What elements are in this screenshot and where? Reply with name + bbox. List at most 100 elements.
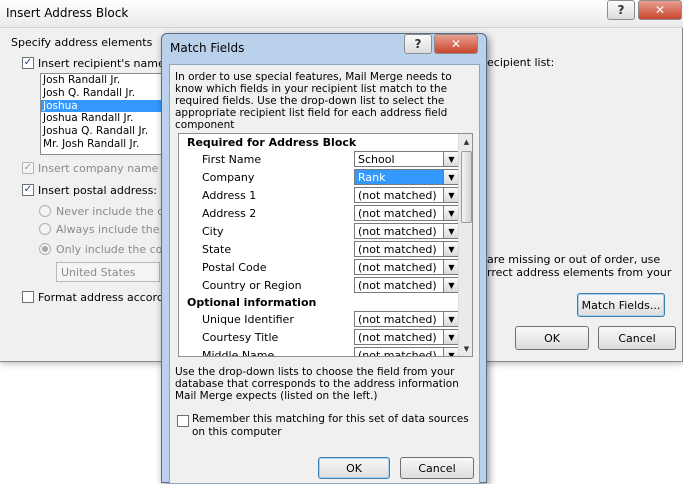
list-item[interactable]: Josh Randall Jr. <box>41 74 161 87</box>
courtesy-title-select[interactable]: (not matched) ▼ <box>354 329 460 345</box>
field-label: Company <box>202 171 255 184</box>
help-icon: ? <box>617 3 625 17</box>
city-select[interactable]: (not matched) ▼ <box>354 223 460 239</box>
chevron-down-icon[interactable]: ▼ <box>443 348 459 356</box>
checkmark-icon: ✓ <box>23 162 33 173</box>
field-label: State <box>202 243 232 256</box>
never-include-label: Never include the cou <box>56 205 177 218</box>
select-value: (not matched) <box>358 313 437 326</box>
field-mapping-table: Required for Address Block First Name Sc… <box>178 133 473 357</box>
only-include-radio[interactable] <box>39 243 51 255</box>
insert-name-label: Insert recipient's name in <box>38 57 179 70</box>
select-value: (not matched) <box>358 189 437 202</box>
list-item[interactable]: Josh Q. Randall Jr. <box>41 87 161 100</box>
help-button[interactable]: ? <box>404 34 432 54</box>
match-fields-button[interactable]: Match Fields... <box>577 293 665 317</box>
insert-postal-label: Insert postal address: <box>38 184 158 197</box>
specify-elements-legend: Specify address elements <box>11 36 153 49</box>
address2-select[interactable]: (not matched) ▼ <box>354 205 460 221</box>
title-bar: Insert Address Block ? ✕ <box>0 0 683 28</box>
field-label: Address 1 <box>202 189 257 202</box>
insert-name-checkbox[interactable]: ✓ <box>22 57 34 69</box>
select-value: (not matched) <box>358 243 437 256</box>
state-select[interactable]: (not matched) ▼ <box>354 241 460 257</box>
close-icon: ✕ <box>450 37 462 51</box>
remember-matching-checkbox[interactable] <box>177 415 189 427</box>
address1-select[interactable]: (not matched) ▼ <box>354 187 460 203</box>
field-label: Postal Code <box>202 261 267 274</box>
name-format-list[interactable]: Josh Randall Jr. Josh Q. Randall Jr. Jos… <box>40 73 162 155</box>
select-value: School <box>358 153 395 166</box>
first-name-select[interactable]: School ▼ <box>354 151 460 167</box>
chevron-down-icon[interactable]: ▼ <box>443 278 459 292</box>
cancel-button[interactable]: Cancel <box>598 326 676 350</box>
chevron-down-icon[interactable]: ▼ <box>443 224 459 238</box>
select-value: Rank <box>358 171 386 184</box>
postal-code-select[interactable]: (not matched) ▼ <box>354 259 460 275</box>
unique-identifier-select[interactable]: (not matched) ▼ <box>354 311 460 327</box>
dialog-body: In order to use special features, Mail M… <box>169 64 480 484</box>
intro-text: In order to use special features, Mail M… <box>175 71 452 131</box>
list-item-selected[interactable]: Joshua <box>41 99 161 113</box>
close-button[interactable]: ✕ <box>434 34 478 54</box>
required-section-header: Required for Address Block <box>187 136 357 149</box>
list-item[interactable]: Joshua Q. Randall Jr. <box>41 125 161 138</box>
recipient-list-label: ecipient list: <box>487 56 555 69</box>
chevron-down-icon[interactable]: ▼ <box>443 260 459 274</box>
ok-button[interactable]: OK <box>318 457 390 479</box>
select-value: (not matched) <box>358 331 437 344</box>
field-label: Country or Region <box>202 279 302 292</box>
country-region-select[interactable]: (not matched) ▼ <box>354 277 460 293</box>
always-include-radio[interactable] <box>39 223 51 235</box>
select-value: (not matched) <box>358 261 437 274</box>
help-icon: ? <box>414 37 422 51</box>
match-fields-dialog: Match Fields ? ✕ In order to use special… <box>161 33 487 484</box>
missing-text-line1: are missing or out of order, use <box>487 253 661 266</box>
company-select[interactable]: Rank ▼ <box>354 169 460 185</box>
format-address-checkbox[interactable] <box>22 291 34 303</box>
insert-company-label: Insert company name <box>38 162 159 175</box>
checkmark-icon: ✓ <box>23 184 33 195</box>
chevron-down-icon[interactable]: ▼ <box>443 170 459 184</box>
dialog-title: Match Fields <box>170 41 245 55</box>
ok-button[interactable]: OK <box>515 326 589 350</box>
always-include-label: Always include the co <box>56 223 176 236</box>
field-label: Address 2 <box>202 207 257 220</box>
scroll-up-icon[interactable]: ▲ <box>459 134 472 149</box>
select-value: (not matched) <box>358 225 437 238</box>
field-label: Middle Name <box>202 349 275 357</box>
close-icon: ✕ <box>654 3 666 17</box>
field-label: Courtesy Title <box>202 331 279 344</box>
select-value: (not matched) <box>358 349 437 357</box>
cancel-button[interactable]: Cancel <box>400 457 474 479</box>
list-item[interactable]: Mr. Josh Randall Jr. <box>41 138 161 151</box>
insert-postal-checkbox[interactable]: ✓ <box>22 184 34 196</box>
chevron-down-icon[interactable]: ▼ <box>443 312 459 326</box>
optional-section-header: Optional information <box>187 296 317 309</box>
chevron-down-icon[interactable]: ▼ <box>443 206 459 220</box>
missing-text-line2: rrect address elements from your <box>487 266 672 279</box>
middle-name-select[interactable]: (not matched) ▼ <box>354 347 460 357</box>
chevron-down-icon[interactable]: ▼ <box>443 242 459 256</box>
vertical-scrollbar[interactable]: ▲ ▼ <box>458 134 472 356</box>
hint-text: Use the drop-down lists to choose the fi… <box>175 366 459 402</box>
scrollbar-thumb[interactable] <box>461 151 472 223</box>
select-value: (not matched) <box>358 279 437 292</box>
select-value: (not matched) <box>358 207 437 220</box>
chevron-down-icon[interactable]: ▼ <box>443 330 459 344</box>
chevron-down-icon[interactable]: ▼ <box>443 188 459 202</box>
never-include-radio[interactable] <box>39 205 51 217</box>
close-button[interactable]: ✕ <box>638 0 682 20</box>
chevron-down-icon[interactable]: ▼ <box>443 152 459 166</box>
list-item[interactable]: Joshua Randall Jr. <box>41 112 161 125</box>
insert-company-checkbox[interactable]: ✓ <box>22 162 34 174</box>
format-address-label: Format address according <box>38 291 181 304</box>
field-label: Unique Identifier <box>202 313 294 326</box>
checkmark-icon: ✓ <box>23 57 33 68</box>
remember-matching-label: Remember this matching for this set of d… <box>192 413 469 438</box>
help-button[interactable]: ? <box>607 0 635 20</box>
field-label: City <box>202 225 224 238</box>
country-select[interactable]: United States <box>56 262 160 282</box>
scroll-down-icon[interactable]: ▼ <box>459 341 472 356</box>
dialog-title: Insert Address Block <box>6 6 129 20</box>
